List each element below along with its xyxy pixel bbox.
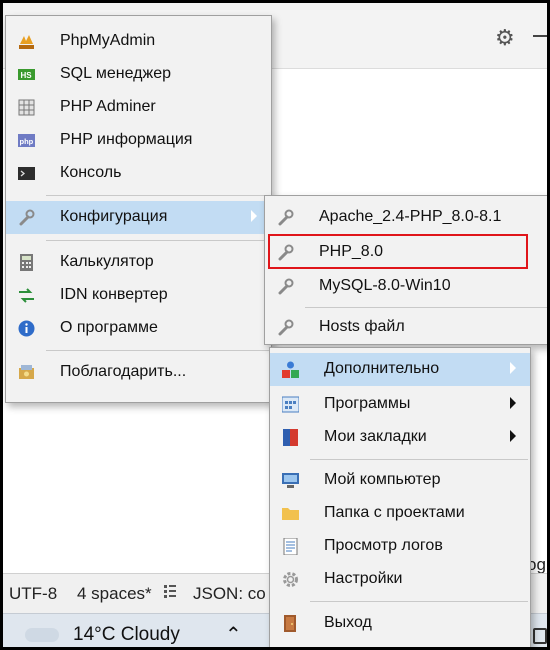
- wrench-icon: [278, 209, 294, 226]
- tray-item-bookmarks[interactable]: Мои закладки: [270, 421, 530, 454]
- tray-item-my-computer[interactable]: Мой компьютер: [270, 464, 530, 497]
- php-info-icon: php: [18, 134, 35, 147]
- main-context-menu: PhpMyAdmin HS SQL менеджер PHP Adminer p…: [5, 15, 272, 403]
- menu-item-label: PhpMyAdmin: [60, 32, 156, 49]
- configuration-submenu: Apache_2.4-PHP_8.0-8.1 PHP_8.0 MySQL-8.0…: [264, 195, 547, 345]
- svg-text:HS: HS: [21, 71, 33, 80]
- menu-item-label: Дополнительно: [324, 360, 440, 377]
- submenu-arrow-icon: [510, 430, 516, 442]
- menu-item-label: MySQL-8.0-Win10: [319, 277, 451, 294]
- calculator-icon: [20, 254, 33, 271]
- adminer-icon: [18, 99, 35, 116]
- config-item-hosts[interactable]: Hosts файл: [265, 311, 547, 344]
- menu-item-label: Настройки: [324, 570, 403, 587]
- menu-item-label: IDN конвертер: [60, 286, 168, 303]
- folder-icon: [282, 508, 299, 520]
- wrench-icon: [278, 278, 294, 295]
- idn-converter-icon: [19, 288, 34, 303]
- menu-item-calculator[interactable]: Калькулятор: [6, 246, 271, 279]
- thanks-icon: [19, 365, 34, 379]
- notification-icon[interactable]: [533, 628, 547, 644]
- menu-separator: [46, 195, 269, 196]
- menu-item-configuration[interactable]: Конфигурация: [6, 201, 271, 234]
- wrench-icon: [278, 319, 294, 336]
- programs-icon: [282, 396, 299, 413]
- menu-item-label: Поблагодарить...: [60, 363, 187, 380]
- tray-item-extras[interactable]: Дополнительно: [270, 353, 530, 386]
- indent-settings-icon: [163, 583, 177, 604]
- tray-item-programs[interactable]: Программы: [270, 388, 530, 421]
- console-icon: [18, 167, 35, 180]
- config-item-mysql[interactable]: MySQL-8.0-Win10: [265, 270, 547, 303]
- minimize-icon[interactable]: [533, 35, 547, 37]
- menu-item-thanks[interactable]: Поблагодарить...: [6, 356, 271, 389]
- tray-menu: Дополнительно Программы Мои закладки Мой…: [269, 347, 531, 647]
- menu-item-php-info[interactable]: php PHP информация: [6, 124, 271, 157]
- menu-item-idn-converter[interactable]: IDN конвертер: [6, 279, 271, 312]
- tray-item-settings[interactable]: Настройки: [270, 563, 530, 596]
- computer-icon: [282, 473, 299, 488]
- submenu-arrow-icon: [510, 397, 516, 409]
- menu-item-label: Консоль: [60, 164, 122, 181]
- menu-item-label: Просмотр логов: [324, 537, 443, 554]
- screenshot-frame: ⚙ og op UTF-8 4 spaces* JSON: co 14°C Cl…: [0, 0, 550, 650]
- encoding-indicator[interactable]: UTF-8: [9, 584, 57, 604]
- menu-item-label: Конфигурация: [60, 208, 168, 225]
- svg-text:php: php: [20, 137, 34, 146]
- wrench-icon: [19, 209, 35, 226]
- menu-item-label: Выход: [324, 614, 372, 631]
- menu-item-label: PHP информация: [60, 131, 193, 148]
- menu-item-label: SQL менеджер: [60, 65, 171, 82]
- menu-separator: [46, 240, 269, 241]
- menu-item-label: Папка с проектами: [324, 504, 465, 521]
- menu-separator: [310, 459, 528, 460]
- indentation-indicator[interactable]: 4 spaces*: [77, 584, 152, 604]
- bookmarks-icon: [283, 429, 298, 446]
- language-mode-indicator[interactable]: JSON: co: [193, 584, 266, 604]
- menu-item-label: Мой компьютер: [324, 471, 441, 488]
- menu-item-label: О программе: [60, 319, 158, 336]
- annotation-highlight-box: [268, 234, 528, 269]
- menu-item-label: Мои закладки: [324, 428, 427, 445]
- menu-item-label: Программы: [324, 395, 411, 412]
- config-item-apache[interactable]: Apache_2.4-PHP_8.0-8.1: [265, 201, 547, 234]
- exit-door-icon: [284, 615, 296, 632]
- info-icon: [18, 320, 35, 337]
- menu-item-about[interactable]: О программе: [6, 312, 271, 345]
- submenu-arrow-icon: [510, 362, 516, 374]
- menu-item-sql-manager[interactable]: HS SQL менеджер: [6, 58, 271, 91]
- tray-item-view-logs[interactable]: Просмотр логов: [270, 530, 530, 563]
- gear-icon[interactable]: ⚙: [495, 25, 515, 51]
- tray-item-exit[interactable]: Выход: [270, 607, 530, 640]
- menu-item-label: Apache_2.4-PHP_8.0-8.1: [319, 208, 502, 225]
- submenu-arrow-icon: [251, 210, 257, 222]
- chevron-up-icon[interactable]: ⌃: [225, 622, 242, 647]
- settings-gear-icon: [283, 572, 298, 587]
- sql-manager-icon: HS: [18, 69, 35, 80]
- menu-separator: [305, 307, 547, 308]
- menu-item-php-adminer[interactable]: PHP Adminer: [6, 91, 271, 124]
- weather-widget[interactable]: 14°C Cloudy: [73, 624, 180, 646]
- extras-icon: [282, 361, 299, 378]
- tray-item-projects-folder[interactable]: Папка с проектами: [270, 497, 530, 530]
- menu-item-label: Hosts файл: [319, 318, 405, 335]
- menu-item-label: Калькулятор: [60, 253, 154, 270]
- menu-item-label: PHP Adminer: [60, 98, 156, 115]
- phpmyadmin-icon: [19, 35, 34, 49]
- cloud-icon: [25, 628, 59, 642]
- logs-icon: [283, 538, 298, 555]
- menu-separator: [46, 350, 269, 351]
- menu-separator: [310, 601, 528, 602]
- menu-item-console[interactable]: Консоль: [6, 157, 271, 190]
- menu-item-phpmyadmin[interactable]: PhpMyAdmin: [6, 25, 271, 58]
